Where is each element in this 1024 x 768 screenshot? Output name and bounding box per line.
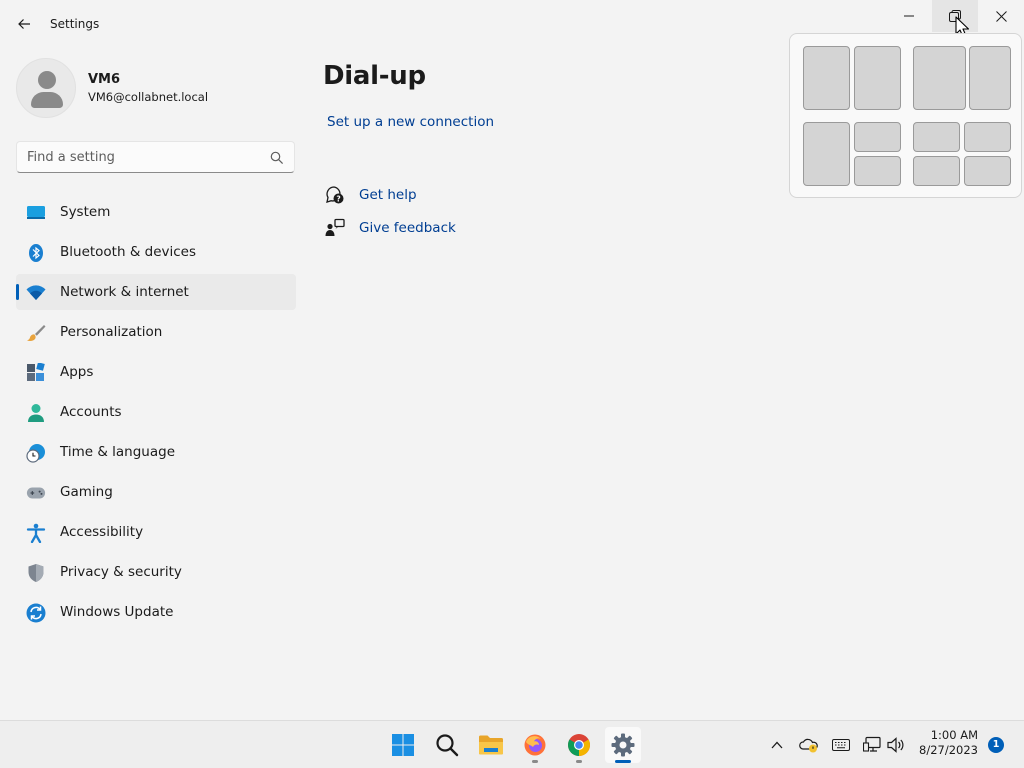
gear-icon bbox=[611, 733, 635, 757]
sidebar-nav: System Bluetooth & devices Network & int… bbox=[16, 194, 296, 634]
sidebar-item-time-language[interactable]: Time & language bbox=[16, 434, 296, 470]
search-input[interactable] bbox=[17, 142, 257, 172]
minimize-button[interactable] bbox=[886, 0, 932, 32]
taskbar-search-button[interactable] bbox=[429, 727, 465, 763]
windows-logo-icon bbox=[392, 734, 414, 756]
sidebar-item-label: Time & language bbox=[60, 444, 176, 460]
ethernet-icon bbox=[863, 736, 881, 752]
sidebar-item-label: Gaming bbox=[60, 484, 113, 500]
sidebar-item-gaming[interactable]: Gaming bbox=[16, 474, 296, 510]
wifi-icon bbox=[26, 283, 46, 303]
snap-zone[interactable] bbox=[803, 46, 850, 110]
volume-tray[interactable] bbox=[886, 735, 906, 755]
avatar bbox=[16, 58, 76, 118]
snap-zone[interactable] bbox=[854, 46, 901, 110]
search-icon bbox=[436, 734, 459, 757]
taskbar-clock[interactable]: 1:00 AM 8/27/2023 bbox=[918, 728, 978, 758]
snap-zone[interactable] bbox=[913, 122, 960, 152]
close-icon bbox=[995, 10, 1007, 22]
sidebar-item-label: Privacy & security bbox=[60, 564, 182, 580]
sidebar-item-label: Network & internet bbox=[60, 284, 189, 300]
snap-zone[interactable] bbox=[969, 46, 1011, 110]
sidebar-item-label: Bluetooth & devices bbox=[60, 244, 197, 260]
sidebar-item-label: System bbox=[60, 204, 111, 220]
onedrive-tray[interactable] bbox=[799, 735, 819, 755]
notification-badge[interactable]: 1 bbox=[988, 737, 1004, 753]
search-box bbox=[16, 141, 295, 173]
keyboard-icon bbox=[832, 739, 850, 751]
taskbar-firefox[interactable] bbox=[517, 727, 553, 763]
app-title: Settings bbox=[50, 17, 100, 31]
keyboard-tray[interactable] bbox=[831, 735, 851, 755]
chrome-icon bbox=[568, 734, 590, 756]
snap-zone[interactable] bbox=[913, 156, 960, 186]
sidebar-item-label: Accessibility bbox=[60, 524, 144, 540]
user-profile[interactable]: VM6 VM6@collabnet.local bbox=[16, 58, 208, 118]
folder-icon bbox=[479, 735, 503, 755]
help-icon: ? bbox=[326, 186, 344, 204]
snap-zone[interactable] bbox=[964, 156, 1011, 186]
snap-layouts-flyout bbox=[789, 33, 1022, 198]
taskbar-settings[interactable] bbox=[605, 727, 641, 763]
minimize-icon bbox=[904, 15, 914, 17]
snap-zone[interactable] bbox=[854, 156, 901, 186]
sidebar-item-privacy-security[interactable]: Privacy & security bbox=[16, 554, 296, 590]
clock-date: 8/27/2023 bbox=[919, 743, 978, 757]
firefox-icon bbox=[524, 734, 546, 756]
give-feedback-link[interactable]: Give feedback bbox=[325, 216, 456, 240]
sidebar-item-network[interactable]: Network & internet bbox=[16, 274, 296, 310]
sidebar-item-accounts[interactable]: Accounts bbox=[16, 394, 296, 430]
sidebar-item-apps[interactable]: Apps bbox=[16, 354, 296, 390]
close-button[interactable] bbox=[978, 0, 1024, 32]
update-icon bbox=[26, 603, 46, 623]
sidebar-item-label: Accounts bbox=[60, 404, 122, 420]
show-hidden-icons-button[interactable] bbox=[767, 735, 787, 755]
feedback-icon bbox=[325, 218, 345, 236]
snap-zone[interactable] bbox=[913, 46, 966, 110]
profile-name: VM6 bbox=[88, 72, 121, 87]
clock-globe-icon bbox=[26, 443, 46, 463]
taskbar-file-explorer[interactable] bbox=[473, 727, 509, 763]
bluetooth-icon bbox=[26, 243, 46, 263]
accessibility-icon bbox=[26, 523, 46, 543]
search-icon[interactable] bbox=[270, 150, 284, 169]
start-button[interactable] bbox=[385, 727, 421, 763]
gamepad-icon bbox=[26, 483, 46, 503]
apps-icon bbox=[26, 363, 46, 383]
clock-time: 1:00 AM bbox=[930, 728, 978, 742]
sidebar-item-personalization[interactable]: Personalization bbox=[16, 314, 296, 350]
chevron-up-icon bbox=[771, 741, 783, 749]
taskbar bbox=[0, 720, 1024, 768]
set-up-connection-link[interactable]: Set up a new connection bbox=[327, 114, 494, 130]
sidebar-item-label: Windows Update bbox=[60, 604, 174, 620]
shield-icon bbox=[26, 563, 46, 583]
sidebar-item-system[interactable]: System bbox=[16, 194, 296, 230]
snap-zone[interactable] bbox=[854, 122, 901, 152]
sidebar-item-windows-update[interactable]: Windows Update bbox=[16, 594, 296, 630]
sidebar-item-label: Personalization bbox=[60, 324, 163, 340]
taskbar-chrome[interactable] bbox=[561, 727, 597, 763]
network-tray[interactable] bbox=[862, 735, 882, 755]
back-button[interactable] bbox=[12, 12, 36, 36]
profile-email: VM6@collabnet.local bbox=[88, 90, 209, 104]
accounts-icon bbox=[26, 403, 46, 423]
page-title: Dial-up bbox=[323, 61, 426, 91]
sidebar-item-accessibility[interactable]: Accessibility bbox=[16, 514, 296, 550]
main-content: Dial-up Set up a new connection ? Get he… bbox=[323, 58, 494, 236]
sidebar-item-label: Apps bbox=[60, 364, 94, 380]
svg-text:?: ? bbox=[336, 194, 340, 203]
onedrive-warning-icon bbox=[799, 738, 818, 753]
get-help-link[interactable]: ? Get help bbox=[325, 183, 417, 207]
back-arrow-icon bbox=[18, 19, 30, 29]
snap-zone[interactable] bbox=[803, 122, 850, 186]
speaker-icon bbox=[887, 737, 904, 753]
snap-zone[interactable] bbox=[964, 122, 1011, 152]
brush-icon bbox=[26, 323, 46, 343]
sidebar-item-bluetooth[interactable]: Bluetooth & devices bbox=[16, 234, 296, 270]
system-icon bbox=[26, 203, 46, 223]
